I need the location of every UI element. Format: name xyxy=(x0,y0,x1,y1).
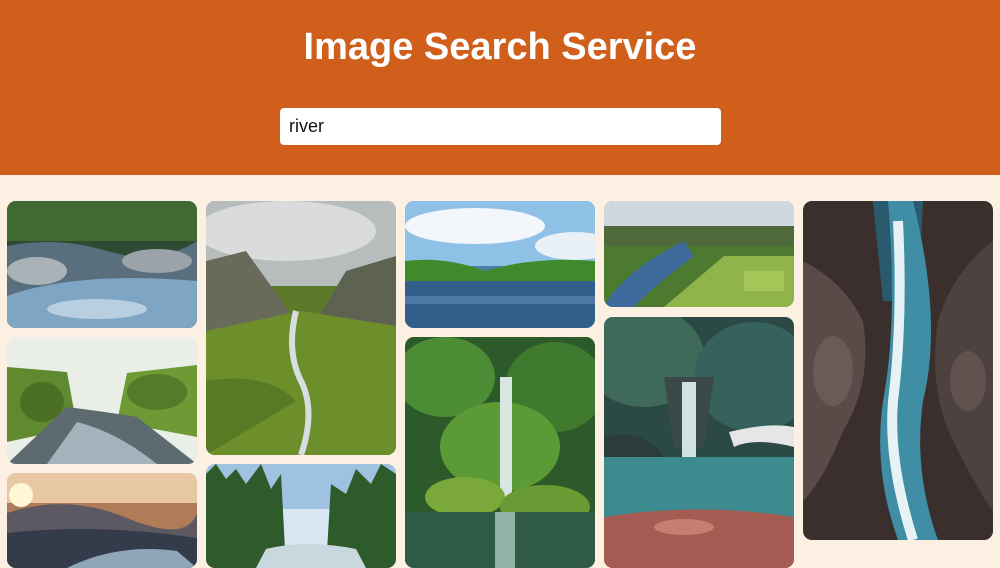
result-image[interactable] xyxy=(604,201,794,307)
mountain-sunrise-image xyxy=(7,473,197,568)
valley-river-image xyxy=(604,201,794,307)
result-image[interactable] xyxy=(7,201,197,328)
result-image[interactable] xyxy=(803,201,993,540)
aerial-waterfall-image xyxy=(803,201,993,540)
result-image[interactable] xyxy=(405,337,595,568)
app-header: Image Search Service xyxy=(0,0,1000,175)
result-image[interactable] xyxy=(604,317,794,568)
result-image[interactable] xyxy=(206,464,396,568)
page-title: Image Search Service xyxy=(303,26,697,68)
forest-river-image xyxy=(206,464,396,568)
result-image[interactable] xyxy=(405,201,595,328)
blue-lake-image xyxy=(405,201,595,328)
result-image[interactable] xyxy=(206,201,396,455)
canyon-river-image xyxy=(206,201,396,455)
result-image[interactable] xyxy=(7,337,197,464)
rocky-stream-image xyxy=(7,201,197,328)
green-canyon-image xyxy=(7,337,197,464)
jungle-waterfall-image xyxy=(405,337,595,568)
tropical-waterfall-image xyxy=(604,317,794,568)
result-image[interactable] xyxy=(7,473,197,568)
search-input[interactable] xyxy=(280,108,721,145)
